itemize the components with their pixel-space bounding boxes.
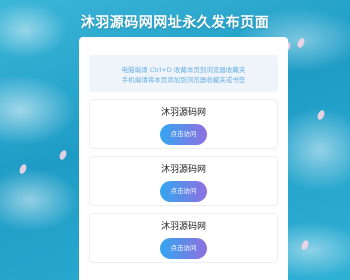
site-card: 沐羽源码网 点击访问 — [89, 213, 278, 263]
visit-button[interactable]: 点击访问 — [160, 238, 207, 259]
site-name: 沐羽源码网 — [160, 108, 206, 118]
visit-button[interactable]: 点击访问 — [160, 181, 207, 202]
notice-line-mobile: 手机端请将本页添加到浏览器收藏夹或书签 — [121, 76, 246, 84]
notice-line-desktop: 电脑端请 Ctrl+D 收藏本页到浏览器收藏夹 — [121, 66, 246, 74]
site-name: 沐羽源码网 — [160, 222, 206, 232]
site-card: 沐羽源码网 点击访问 — [89, 156, 278, 206]
site-card: 沐羽源码网 点击访问 — [89, 99, 278, 149]
visit-button[interactable]: 点击访问 — [160, 124, 207, 145]
main-panel: 电脑端请 Ctrl+D 收藏本页到浏览器收藏夹 手机端请将本页添加到浏览器收藏夹… — [79, 37, 288, 280]
bookmark-notice: 电脑端请 Ctrl+D 收藏本页到浏览器收藏夹 手机端请将本页添加到浏览器收藏夹… — [89, 55, 278, 92]
page-title: 沐羽源码网网址永久发布页面 — [80, 15, 270, 31]
site-name: 沐羽源码网 — [160, 165, 206, 175]
